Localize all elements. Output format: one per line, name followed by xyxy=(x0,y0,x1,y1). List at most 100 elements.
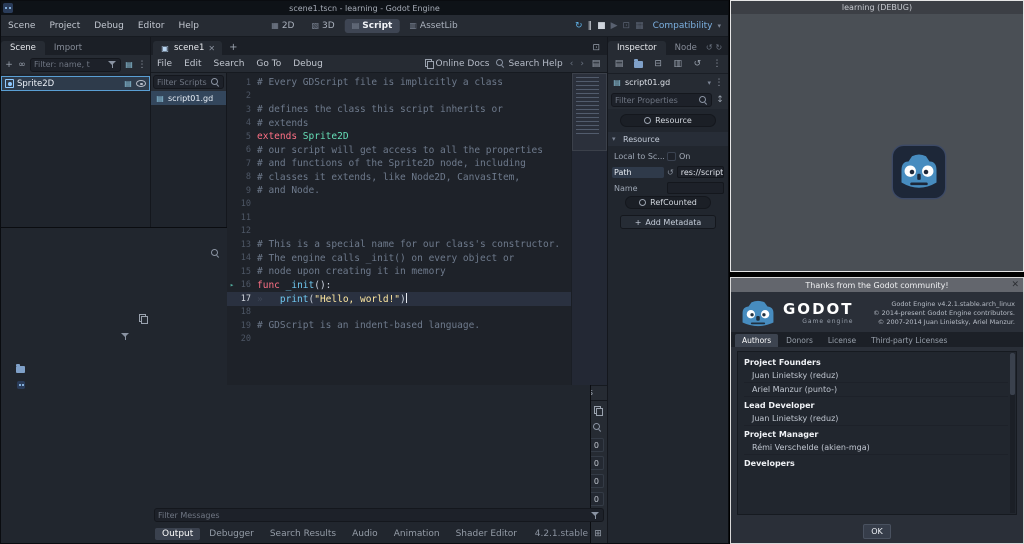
workspace-2d[interactable]: ▦ 2D xyxy=(264,19,301,33)
inspector-history-forward-icon[interactable]: ↻ xyxy=(716,43,723,52)
close-icon[interactable]: ✕ xyxy=(208,44,215,53)
search-help-button[interactable]: Search Help xyxy=(496,59,563,69)
script-menu-file[interactable]: File xyxy=(151,59,178,69)
tab-inspector[interactable]: Inspector xyxy=(608,41,666,55)
code-line[interactable]: 19 # GDScript is an indent-based language… xyxy=(227,319,607,333)
workspace-script[interactable]: ▤ Script xyxy=(344,18,400,33)
code-line[interactable]: 6 # our script will get access to all the… xyxy=(227,144,607,158)
version-label[interactable]: 4.2.1.stable xyxy=(535,529,588,539)
code-line[interactable]: 14 # The engine calls _init() on every ob… xyxy=(227,252,607,266)
value-box[interactable] xyxy=(667,182,724,194)
workspace-assetlib[interactable]: ▥ AssetLib xyxy=(402,19,464,33)
code-line[interactable]: 15 # node upon creating it in memory xyxy=(227,265,607,279)
script-menu-search[interactable]: Search xyxy=(208,59,251,69)
code-line[interactable]: 9 # and Node. xyxy=(227,184,607,198)
restart-button[interactable]: ↻ xyxy=(575,21,583,31)
filter-messages-input[interactable] xyxy=(158,510,589,520)
instance-scene-button[interactable]: ∞ xyxy=(17,60,27,70)
movie-maker-button[interactable]: ▦ xyxy=(635,21,644,31)
copy-output-button[interactable] xyxy=(591,404,604,417)
about-tab-license[interactable]: License xyxy=(821,334,863,347)
about-titlebar[interactable]: Thanks from the Godot community! ✕ xyxy=(731,278,1023,292)
expand-bottom-panel-icon[interactable]: ⊞ xyxy=(593,529,603,539)
resource-section-header[interactable]: ▾ Resource xyxy=(608,132,728,146)
revert-icon[interactable]: ↺ xyxy=(667,168,674,177)
scene-node-sprite2d[interactable]: Sprite2D xyxy=(1,76,150,91)
value-box[interactable]: res://script01 xyxy=(676,166,724,178)
script-menu-go-to[interactable]: Go To xyxy=(250,59,287,69)
code-line[interactable]: 13 # This is a special name for our class… xyxy=(227,238,607,252)
resource-extra-button[interactable]: ▥ xyxy=(673,59,683,69)
code-line[interactable]: 1 # Every GDScript file is implicitly a c… xyxy=(227,76,607,90)
add-node-button[interactable]: + xyxy=(4,60,14,70)
refcounted-pill[interactable]: RefCounted xyxy=(625,196,711,209)
code-editor[interactable]: 1 # Every GDScript file is implicitly a c… xyxy=(227,73,607,385)
scene-tab-scene1[interactable]: scene1✕ xyxy=(153,41,223,55)
bottom-tab-output[interactable]: Output xyxy=(155,527,201,540)
code-line[interactable]: 17 » print("Hello, world!") xyxy=(227,292,607,306)
scrollbar[interactable] xyxy=(1010,353,1015,513)
tab-node[interactable]: Node xyxy=(666,41,706,55)
menu-editor[interactable]: Editor xyxy=(131,15,172,36)
play-custom-scene-button[interactable]: ⊡ xyxy=(623,21,631,31)
property-label[interactable]: Name xyxy=(612,183,664,194)
resource-menu-icon[interactable]: ⋮ xyxy=(714,78,724,88)
editor-counter-button[interactable]: !0 xyxy=(1,227,604,543)
property-label[interactable]: Path xyxy=(612,166,664,178)
tab-scene[interactable]: Scene xyxy=(1,41,45,55)
resource-dropdown-icon[interactable]: ▾ xyxy=(707,79,711,87)
add-scene-tab-button[interactable]: + xyxy=(223,40,243,55)
renderer-dropdown-icon[interactable]: ▾ xyxy=(717,22,721,30)
save-resource-button[interactable]: ⊟ xyxy=(653,59,663,69)
code-line[interactable]: 2 xyxy=(227,90,607,104)
online-docs-button[interactable]: Online Docs xyxy=(424,59,489,69)
code-line[interactable]: 4 # extends xyxy=(227,117,607,131)
scrollbar-thumb[interactable] xyxy=(1010,353,1015,395)
stop-button[interactable]: ■ xyxy=(597,21,606,31)
code-line[interactable]: 7 # and functions of the Sprite2D node, i… xyxy=(227,157,607,171)
code-line[interactable]: 3 # defines the class this script inherit… xyxy=(227,103,607,117)
scene-more-button[interactable]: ⋮ xyxy=(137,60,147,70)
ok-button[interactable]: OK xyxy=(863,523,891,539)
inspector-filter-input[interactable] xyxy=(615,95,697,105)
pause-button[interactable]: ‖ xyxy=(588,21,593,31)
load-resource-button[interactable] xyxy=(634,58,644,68)
code-line[interactable]: 5 extends Sprite2D xyxy=(227,130,607,144)
open-script-script01-gd[interactable]: script01.gd xyxy=(151,91,226,105)
checkbox[interactable] xyxy=(667,151,676,161)
add-metadata-button[interactable]: + Add Metadata xyxy=(620,215,716,229)
inspector-more-icon[interactable]: ⋮ xyxy=(725,43,728,52)
history-forward-button[interactable]: › xyxy=(580,59,584,69)
renderer-select[interactable]: Compatibility xyxy=(653,21,713,31)
menu-debug[interactable]: Debug xyxy=(87,15,131,36)
workspace-3d[interactable]: ▧ 3D xyxy=(304,19,341,33)
inspector-history-back-icon[interactable]: ↺ xyxy=(706,43,713,52)
close-icon[interactable]: ✕ xyxy=(1011,278,1019,292)
search-output-button[interactable] xyxy=(591,421,604,434)
new-resource-button[interactable]: ▤ xyxy=(614,59,624,69)
edited-resource-row[interactable]: script01.gd ▾ ⋮ xyxy=(608,73,728,91)
fs-focus-file-icon[interactable] xyxy=(139,313,148,324)
filter-scripts-input[interactable] xyxy=(157,77,209,87)
engine-version[interactable]: Godot Engine v4.2.1.stable.arch_linux xyxy=(873,300,1015,309)
menu-scene[interactable]: Scene xyxy=(1,15,42,36)
bottom-tab-animation[interactable]: Animation xyxy=(387,528,447,540)
code-line[interactable]: 20 xyxy=(227,333,607,347)
bottom-tab-debugger[interactable]: Debugger xyxy=(202,528,261,540)
visibility-icon[interactable] xyxy=(136,80,146,87)
editor-titlebar[interactable]: scene1.tscn - learning - Godot Engine xyxy=(1,1,728,15)
scene-filter-input[interactable] xyxy=(34,60,106,69)
menu-help[interactable]: Help xyxy=(172,15,207,36)
attach-script-button[interactable] xyxy=(124,60,134,70)
code-line[interactable]: 10 xyxy=(227,198,607,212)
resource-class-pill[interactable]: Resource xyxy=(620,114,716,127)
about-tab-third-party-licenses[interactable]: Third-party Licenses xyxy=(864,334,954,347)
script-panel-toggle-icon[interactable]: ▤ xyxy=(591,59,601,69)
distraction-free-icon[interactable]: ⊡ xyxy=(592,43,605,55)
about-tab-authors[interactable]: Authors xyxy=(735,334,779,347)
resource-history-button[interactable]: ↺ xyxy=(692,59,702,69)
code-line[interactable]: 18 xyxy=(227,306,607,320)
script-menu-edit[interactable]: Edit xyxy=(178,59,207,69)
inspector-sort-button[interactable]: ↕ xyxy=(715,95,725,105)
attached-script-icon[interactable] xyxy=(123,79,133,89)
